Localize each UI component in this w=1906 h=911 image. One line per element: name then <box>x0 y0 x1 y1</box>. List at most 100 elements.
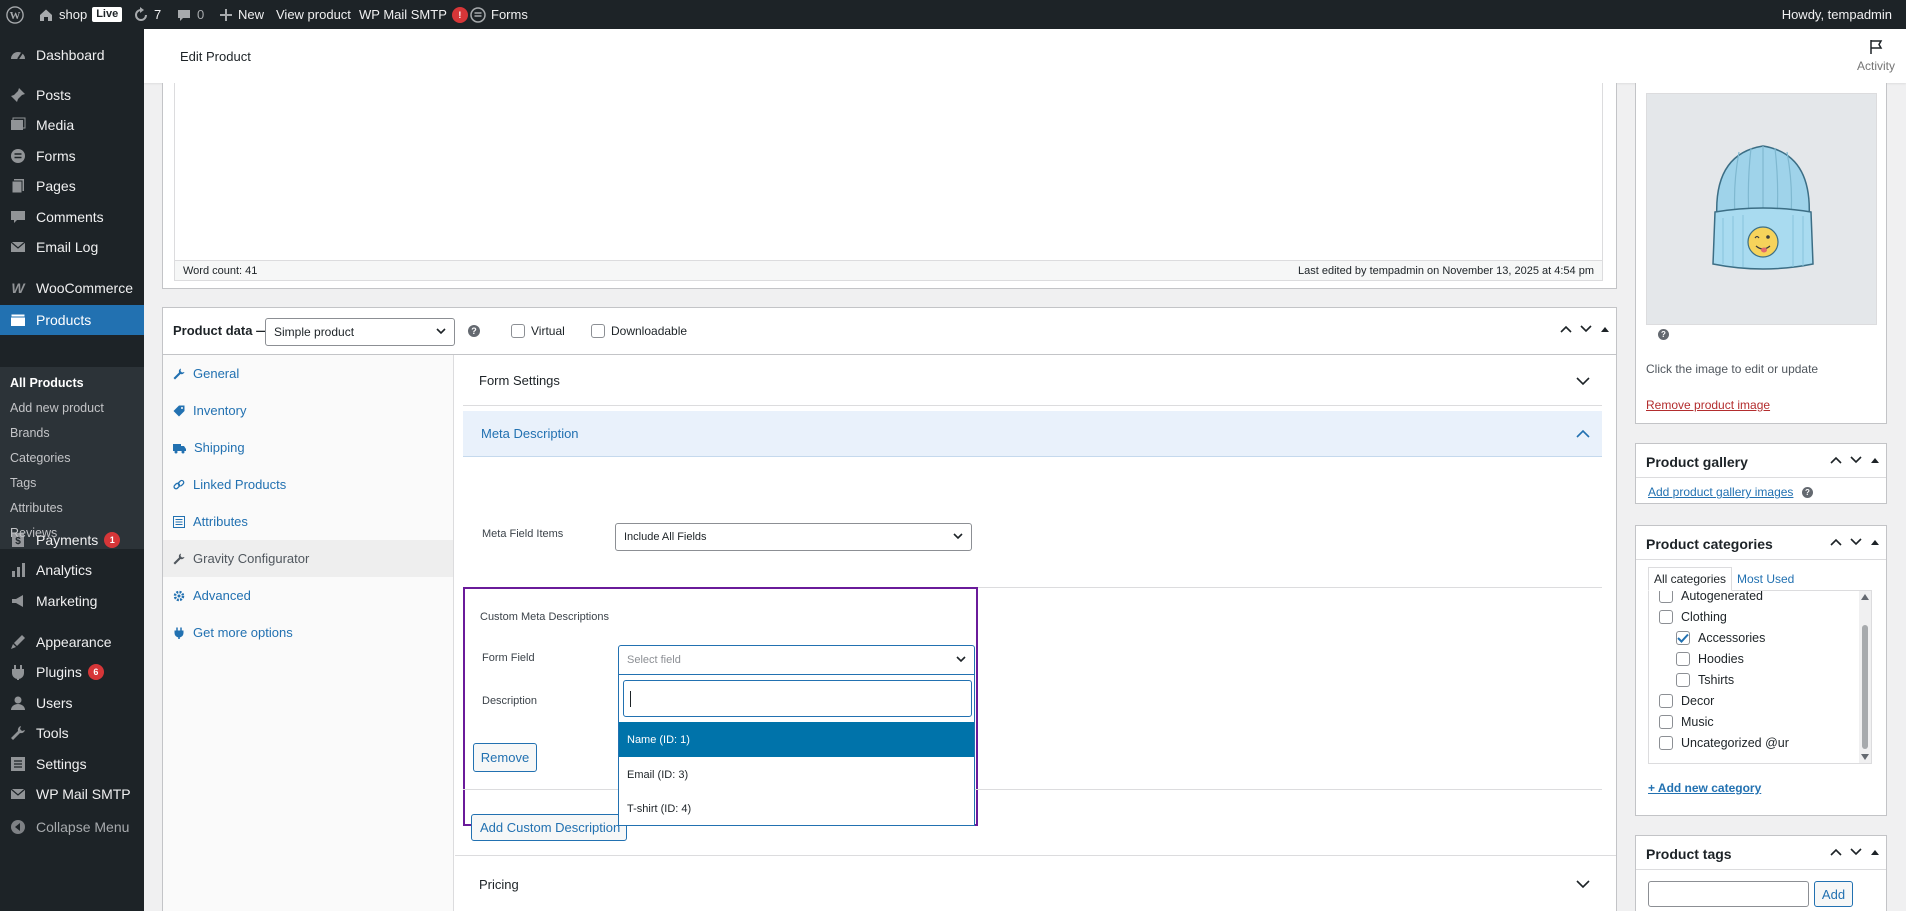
tab-linked-products[interactable]: Linked Products <box>163 466 453 503</box>
scroll-up-icon[interactable] <box>1861 594 1869 600</box>
category-item[interactable]: Accessories <box>1676 631 1765 645</box>
chevron-down-icon[interactable] <box>1850 848 1862 856</box>
scroll-down-icon[interactable] <box>1861 754 1869 760</box>
editor-content-area[interactable] <box>174 83 1603 266</box>
sidebar-item-posts[interactable]: Posts <box>0 80 144 110</box>
sidebar-item-collapse-menu[interactable]: Collapse Menu <box>0 812 144 842</box>
dropdown-option[interactable]: Name (ID: 1) <box>619 722 974 757</box>
checkbox[interactable] <box>1659 694 1673 708</box>
category-item[interactable]: Tshirts <box>1676 673 1734 687</box>
tab-all-categories[interactable]: All categories <box>1648 567 1733 591</box>
add-custom-description-button[interactable]: Add Custom Description <box>471 814 627 841</box>
help-icon[interactable]: ? <box>1658 329 1669 340</box>
sidebar-item-plugins[interactable]: Plugins 6 <box>0 657 144 687</box>
sidebar-item-wp-mail-smtp[interactable]: WP Mail SMTP <box>0 779 144 809</box>
sidebar-item-forms[interactable]: Forms <box>0 141 144 171</box>
chevron-up-icon[interactable] <box>1560 325 1572 333</box>
checkbox[interactable] <box>1659 715 1673 729</box>
add-new-category-link[interactable]: + Add new category <box>1648 781 1761 795</box>
scrollbar-thumb[interactable] <box>1862 625 1868 749</box>
site-name-link[interactable]: shop Live <box>38 0 123 29</box>
sidebar-item-settings[interactable]: Settings <box>0 749 144 779</box>
category-item[interactable]: Clothing <box>1659 610 1727 624</box>
downloadable-checkbox[interactable]: Downloadable <box>591 324 687 338</box>
tab-shipping[interactable]: Shipping <box>163 429 453 466</box>
wp-mail-smtp-link[interactable]: WP Mail SMTP ! <box>359 0 468 29</box>
sidebar-item-media[interactable]: Media <box>0 110 144 140</box>
checkbox[interactable] <box>1676 673 1690 687</box>
category-item[interactable]: Autogenerated <box>1659 591 1763 603</box>
pricing-accordion[interactable]: Pricing <box>463 856 1602 911</box>
checkbox[interactable] <box>511 324 525 338</box>
scrollbar[interactable] <box>1859 591 1871 763</box>
collapse-triangle-icon[interactable] <box>1870 848 1880 856</box>
dropdown-option[interactable]: T-shirt (ID: 4) <box>619 792 974 826</box>
category-item[interactable]: Hoodies <box>1676 652 1744 666</box>
chevron-up-icon[interactable] <box>1830 848 1842 856</box>
submenu-categories[interactable]: Categories <box>10 451 70 465</box>
form-field-select[interactable]: Select field <box>618 645 975 675</box>
chevron-up-icon[interactable] <box>1830 538 1842 546</box>
sidebar-item-dashboard[interactable]: Dashboard <box>0 40 144 70</box>
updates-link[interactable]: 7 <box>133 0 161 29</box>
help-icon[interactable]: ? <box>1802 487 1813 498</box>
dropdown-option[interactable]: Email (ID: 3) <box>619 757 974 792</box>
sidebar-item-analytics[interactable]: Analytics <box>0 555 144 585</box>
add-tag-button[interactable]: Add <box>1814 881 1853 907</box>
chevron-down-icon[interactable] <box>1580 325 1592 333</box>
sidebar-item-marketing[interactable]: Marketing <box>0 586 144 616</box>
tab-advanced[interactable]: Advanced <box>163 577 453 614</box>
sidebar-item-tools[interactable]: Tools <box>0 718 144 748</box>
sidebar-item-woocommerce[interactable]: W WooCommerce <box>0 273 144 303</box>
collapse-triangle-icon[interactable] <box>1870 456 1880 464</box>
comments-link[interactable]: 0 <box>176 0 204 29</box>
product-type-select[interactable]: Simple product <box>265 318 455 346</box>
wordpress-logo-icon[interactable]: W <box>6 0 24 29</box>
tag-input[interactable] <box>1648 881 1809 907</box>
view-product-link[interactable]: View product <box>276 0 351 29</box>
new-content-link[interactable]: New <box>219 0 264 29</box>
category-item[interactable]: Decor <box>1659 694 1714 708</box>
add-gallery-images-link[interactable]: Add product gallery images <box>1648 485 1793 499</box>
tab-attributes[interactable]: Attributes <box>163 503 453 540</box>
account-menu[interactable]: Howdy, tempadmin <box>1782 0 1892 29</box>
help-icon[interactable]: ? <box>468 325 480 337</box>
tab-most-used[interactable]: Most Used <box>1737 572 1794 586</box>
tab-inventory[interactable]: Inventory <box>163 392 453 429</box>
collapse-triangle-icon[interactable] <box>1600 325 1610 333</box>
submenu-add-new-product[interactable]: Add new product <box>10 401 104 415</box>
chevron-down-icon[interactable] <box>1850 538 1862 546</box>
sidebar-item-comments[interactable]: Comments <box>0 202 144 232</box>
sidebar-item-appearance[interactable]: Appearance <box>0 627 144 657</box>
remove-button[interactable]: Remove <box>473 743 537 772</box>
dropdown-search-input[interactable] <box>623 680 972 717</box>
meta-description-accordion[interactable]: Meta Description <box>463 411 1602 457</box>
form-settings-accordion[interactable]: Form Settings <box>463 355 1602 406</box>
sidebar-item-products[interactable]: Products <box>0 305 144 335</box>
sidebar-item-users[interactable]: Users <box>0 688 144 718</box>
submenu-attributes[interactable]: Attributes <box>10 501 63 515</box>
submenu-all-products[interactable]: All Products <box>10 376 84 390</box>
sidebar-item-email-log[interactable]: Email Log <box>0 232 144 262</box>
meta-field-items-select[interactable]: Include All Fields <box>615 523 972 551</box>
submenu-brands[interactable]: Brands <box>10 426 50 440</box>
tab-gravity-configurator[interactable]: Gravity Configurator <box>163 540 453 577</box>
category-item[interactable]: Uncategorized @ur <box>1659 736 1789 750</box>
submenu-tags[interactable]: Tags <box>10 476 36 490</box>
chevron-down-icon[interactable] <box>1850 456 1862 464</box>
remove-product-image-link[interactable]: Remove product image <box>1646 398 1770 412</box>
activity-button[interactable]: Activity <box>1846 29 1906 83</box>
forms-link[interactable]: Forms <box>470 0 528 29</box>
checkbox[interactable] <box>1676 652 1690 666</box>
chevron-up-icon[interactable] <box>1830 456 1842 464</box>
product-image[interactable] <box>1646 93 1877 325</box>
collapse-triangle-icon[interactable] <box>1870 538 1880 546</box>
sidebar-item-pages[interactable]: Pages <box>0 171 144 201</box>
checkbox-checked[interactable] <box>1676 631 1690 645</box>
checkbox[interactable] <box>1659 591 1673 603</box>
sidebar-item-payments[interactable]: $ Payments 1 <box>0 525 144 555</box>
virtual-checkbox[interactable]: Virtual <box>511 324 565 338</box>
checkbox[interactable] <box>1659 610 1673 624</box>
checkbox[interactable] <box>1659 736 1673 750</box>
tab-general[interactable]: General <box>163 355 453 392</box>
